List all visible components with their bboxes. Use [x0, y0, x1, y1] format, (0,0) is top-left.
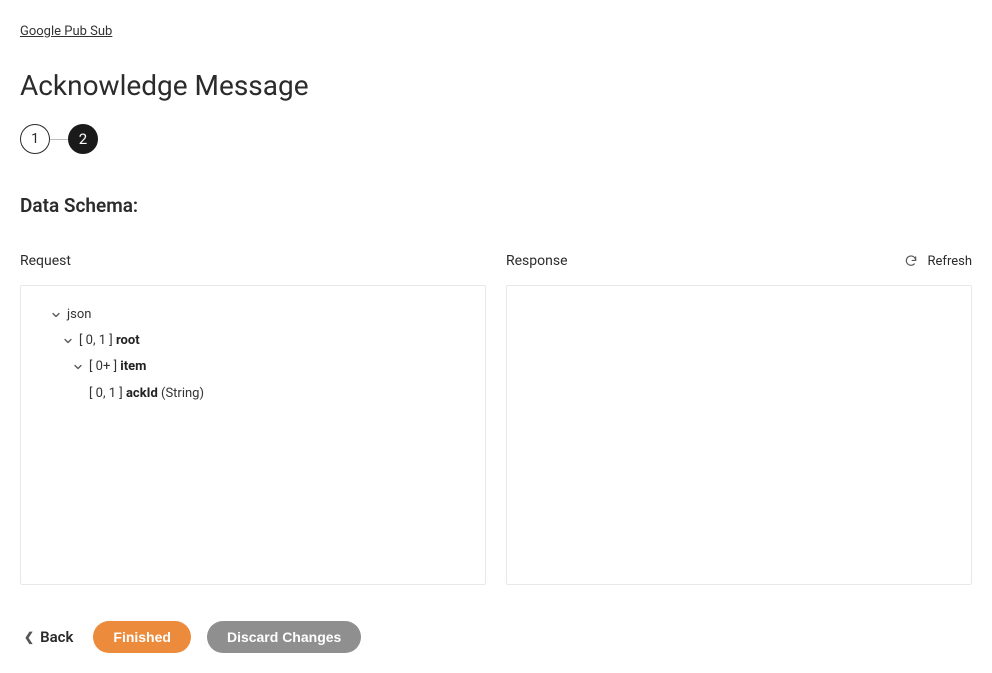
schema-wrapper: Request json [ 0, 1 ] root [ 0+ ] item	[20, 247, 972, 585]
response-header: Response Refresh	[506, 247, 972, 275]
chevron-left-icon: ❮	[24, 630, 34, 644]
tree-row-json[interactable]: json	[27, 302, 479, 328]
section-title: Data Schema:	[20, 194, 972, 217]
tree-label: [ 0, 1 ] ackId (String)	[89, 385, 204, 403]
refresh-icon	[904, 254, 918, 268]
response-column: Response Refresh	[506, 247, 972, 585]
request-column: Request json [ 0, 1 ] root [ 0+ ] item	[20, 247, 486, 585]
tree-row-item[interactable]: [ 0+ ] item	[27, 354, 479, 380]
tree-row-ackid[interactable]: [ 0, 1 ] ackId (String)	[27, 381, 479, 407]
page-title: Acknowledge Message	[20, 69, 972, 102]
step-connector	[50, 139, 68, 140]
discard-button[interactable]: Discard Changes	[207, 621, 361, 653]
chevron-down-icon[interactable]	[71, 360, 85, 374]
chevron-down-icon[interactable]	[49, 308, 63, 322]
tree-label: [ 0, 1 ] root	[79, 332, 140, 350]
response-label: Response	[506, 253, 568, 269]
tree-label: json	[67, 306, 91, 324]
tree-label: [ 0+ ] item	[89, 358, 146, 376]
refresh-label: Refresh	[928, 254, 972, 269]
step-2[interactable]: 2	[68, 124, 98, 154]
request-header: Request	[20, 247, 486, 275]
breadcrumb[interactable]: Google Pub Sub	[20, 24, 112, 39]
request-panel: json [ 0, 1 ] root [ 0+ ] item [ 0, 1 ] …	[20, 285, 486, 585]
footer: ❮ Back Finished Discard Changes	[20, 621, 972, 653]
back-button[interactable]: ❮ Back	[20, 628, 77, 646]
stepper: 1 2	[20, 124, 972, 154]
chevron-down-icon[interactable]	[61, 334, 75, 348]
step-1[interactable]: 1	[20, 124, 50, 154]
response-panel	[506, 285, 972, 585]
request-label: Request	[20, 253, 71, 269]
finished-button[interactable]: Finished	[93, 621, 191, 653]
tree-row-root[interactable]: [ 0, 1 ] root	[27, 328, 479, 354]
refresh-button[interactable]: Refresh	[904, 254, 972, 269]
back-label: Back	[40, 628, 73, 646]
